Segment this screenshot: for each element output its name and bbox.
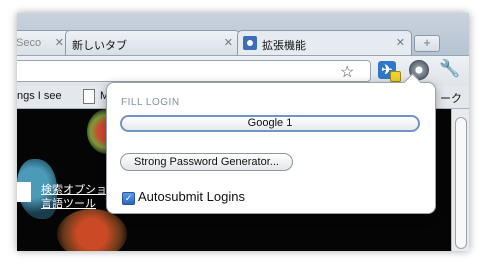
autosubmit-label[interactable]: Autosubmit Logins <box>138 189 245 204</box>
fill-login-button[interactable]: Google 1 <box>120 115 420 132</box>
document-icon <box>83 89 95 104</box>
tab-label: Seco <box>17 37 42 49</box>
address-bar[interactable]: ☆ <box>17 60 371 82</box>
close-icon[interactable]: ✕ <box>396 36 405 49</box>
badge-icon <box>390 71 401 82</box>
autosubmit-checkbox[interactable]: ✓ <box>122 192 135 205</box>
tab-label: 新しいタブ <box>72 40 127 52</box>
scroll-thumb[interactable] <box>455 117 467 249</box>
puzzle-icon <box>243 36 257 50</box>
tab-new-tab[interactable]: 新しいタブ ✕ <box>65 30 240 56</box>
scrollbar[interactable] <box>451 109 469 251</box>
login-popup: FILL LOGIN Google 1 Strong Password Gene… <box>106 73 436 214</box>
star-icon[interactable]: ☆ <box>340 62 354 82</box>
close-icon[interactable]: ✕ <box>55 36 64 49</box>
tattoo-artwork <box>57 209 127 251</box>
new-tab-button[interactable]: + <box>414 35 440 52</box>
search-input[interactable] <box>17 182 31 202</box>
password-generator-button[interactable]: Strong Password Generator... <box>120 153 293 171</box>
bookmark-item[interactable]: ーク <box>440 90 462 106</box>
wrench-icon[interactable]: 🔧 <box>439 59 460 79</box>
tab-seco[interactable]: Seco ✕ <box>17 30 71 56</box>
tab-strip: Seco ✕ 新しいタブ ✕ 拡張機能 ✕ + <box>17 13 469 56</box>
language-tools-link[interactable]: 言語ツール <box>41 195 96 211</box>
close-icon[interactable]: ✕ <box>224 36 233 49</box>
tab-label: 拡張機能 <box>262 40 306 52</box>
bookmark-item[interactable]: ngs I see <box>17 90 62 102</box>
section-title: FILL LOGIN <box>121 97 180 108</box>
tab-extensions[interactable]: 拡張機能 ✕ <box>237 30 412 56</box>
